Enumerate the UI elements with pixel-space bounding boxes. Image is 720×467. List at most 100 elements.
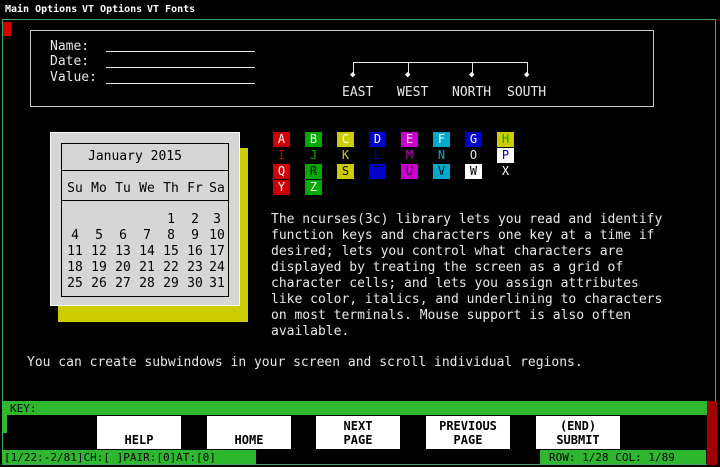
calendar-date[interactable]: 14 [136, 244, 158, 259]
tree-node-icon: ◆ [469, 70, 475, 80]
calendar-weekday: Tu [115, 181, 131, 196]
color-cell: C [337, 132, 354, 147]
calendar-date[interactable]: 4 [64, 228, 86, 243]
date-label: Date: [50, 54, 90, 69]
calendar-weekday: Th [163, 181, 179, 196]
direction-east[interactable]: EAST [342, 85, 373, 100]
calendar-date[interactable]: 7 [136, 228, 158, 243]
scrollbar[interactable] [707, 401, 717, 465]
menu-vt-options[interactable]: VT Options [82, 4, 142, 15]
next-page-label-1: NEXT [343, 419, 373, 433]
date-field[interactable] [106, 67, 255, 68]
description-line: on most terminals. Mouse support is also… [271, 308, 632, 323]
key-label: KEY: [10, 402, 37, 415]
calendar-date[interactable]: 30 [184, 276, 206, 291]
help-button[interactable]: HELP [97, 416, 181, 449]
color-cell: Q [273, 164, 290, 179]
calendar-date[interactable]: 21 [136, 260, 158, 275]
calendar-weekday: Sa [209, 181, 225, 196]
previous-page-button[interactable]: PREVIOUS PAGE [426, 416, 510, 449]
color-cell: D [369, 132, 386, 147]
name-field[interactable] [106, 51, 255, 52]
calendar-date[interactable]: 13 [112, 244, 134, 259]
calendar-date[interactable]: 9 [184, 228, 206, 243]
submit-button[interactable]: (END) SUBMIT [536, 416, 620, 449]
value-field[interactable] [106, 83, 255, 84]
color-cell: W [465, 164, 482, 179]
status-bar-right: ROW: 1/28 COL: 1/89 [540, 450, 706, 464]
color-cell: E [401, 132, 418, 147]
description-text: The ncurses(3c) library lets you read an… [271, 212, 662, 340]
description-line: displayed by treating the screen as a gr… [271, 260, 624, 275]
color-cell: F [433, 132, 450, 147]
calendar-date[interactable]: 27 [112, 276, 134, 291]
previous-page-label-1: PREVIOUS [439, 419, 497, 433]
color-cell: K [337, 148, 354, 163]
calendar-date[interactable]: 23 [184, 260, 206, 275]
calendar-date[interactable]: 16 [184, 244, 206, 259]
color-cell: G [465, 132, 482, 147]
color-cell: Z [305, 180, 322, 195]
calendar-date[interactable]: 18 [64, 260, 86, 275]
calendar-date[interactable]: 17 [206, 244, 228, 259]
calendar: January 2015 Su Mo Tu We Th Fr Sa 1 2 3 4 5 6 7 8 9 10 11… [50, 132, 240, 306]
direction-north[interactable]: NORTH [452, 85, 491, 100]
direction-west[interactable]: WEST [397, 85, 428, 100]
calendar-date[interactable]: 1 [160, 212, 182, 227]
calendar-date[interactable]: 31 [206, 276, 228, 291]
description-line: character cells; and lets you assign att… [271, 276, 639, 291]
home-button-label: HOME [234, 433, 264, 447]
status-right-text: ROW: 1/28 COL: 1/89 [549, 451, 675, 464]
calendar-date[interactable]: 6 [112, 228, 134, 243]
color-cell: L [369, 148, 386, 163]
color-cell: M [401, 148, 418, 163]
calendar-date[interactable]: 15 [160, 244, 182, 259]
calendar-divider [62, 170, 228, 171]
menu-vt-fonts[interactable]: VT Fonts [147, 4, 195, 15]
cursor-block [3, 22, 11, 36]
form-panel: Name: Date: Value: ◆ ◆ ◆ ◆ EAST WEST NOR… [30, 30, 654, 107]
color-cell: U [401, 164, 418, 179]
direction-south[interactable]: SOUTH [507, 85, 546, 100]
value-label: Value: [50, 70, 97, 85]
calendar-date[interactable]: 22 [160, 260, 182, 275]
subwindow-note: You can create subwindows in your screen… [27, 355, 583, 370]
description-line: desired; lets you control what character… [271, 244, 624, 259]
menu-main-options[interactable]: Main Options [5, 4, 77, 15]
calendar-date[interactable]: 19 [88, 260, 110, 275]
calendar-date[interactable]: 10 [206, 228, 228, 243]
color-cell: A [273, 132, 290, 147]
next-page-button[interactable]: NEXT PAGE [316, 416, 400, 449]
calendar-date[interactable]: 12 [88, 244, 110, 259]
calendar-date[interactable]: 3 [206, 212, 228, 227]
color-grid: ABCDEFGH IJKLMNOP QRSTUVWX YZ [273, 132, 523, 196]
calendar-date[interactable]: 8 [160, 228, 182, 243]
status-left-text: [1/22:-2/81]CH:[ ]PAIR:[0]AT:[0] [4, 451, 216, 464]
calendar-date[interactable]: 24 [206, 260, 228, 275]
color-cell: I [273, 148, 290, 163]
calendar-date[interactable]: 26 [88, 276, 110, 291]
calendar-date[interactable]: 11 [64, 244, 86, 259]
home-button[interactable]: HOME [207, 416, 291, 449]
calendar-date[interactable]: 20 [112, 260, 134, 275]
calendar-title: January 2015 [88, 149, 182, 164]
calendar-date[interactable]: 25 [64, 276, 86, 291]
calendar-date[interactable]: 2 [184, 212, 206, 227]
color-cell: H [497, 132, 514, 147]
calendar-date[interactable]: 28 [136, 276, 158, 291]
status-bar-left: [1/22:-2/81]CH:[ ]PAIR:[0]AT:[0] [2, 450, 256, 464]
description-line: function keys and characters one key at … [271, 228, 655, 243]
calendar-date[interactable]: 5 [88, 228, 110, 243]
next-page-label-2: PAGE [343, 433, 373, 447]
description-line: like color, italics, and underlining to … [271, 292, 663, 307]
color-cell: J [305, 148, 322, 163]
calendar-weekday: Su [67, 181, 83, 196]
menu-bar: Main Options VT Options VT Fonts [0, 0, 720, 19]
calendar-weekday: Fr [187, 181, 203, 196]
color-cell: S [337, 164, 354, 179]
color-cell: Y [273, 180, 290, 195]
color-cell: B [305, 132, 322, 147]
calendar-date[interactable]: 29 [160, 276, 182, 291]
color-cell: P [497, 148, 514, 163]
description-line: The ncurses(3c) library lets you read an… [271, 212, 663, 227]
